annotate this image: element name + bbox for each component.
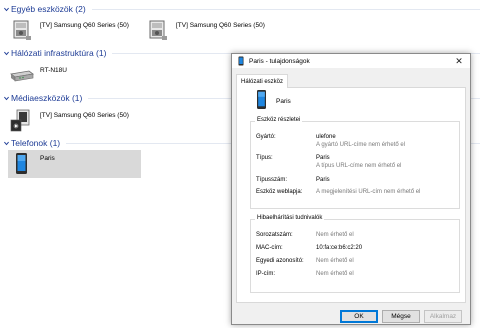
dialog-titlebar[interactable]: Paris - tulajdonságok ✕ (232, 54, 470, 68)
phone-icon (256, 89, 268, 111)
chevron-down-icon[interactable] (1, 93, 11, 103)
device-tv-1[interactable]: [TV] Samsung Q60 Series (50) (8, 16, 138, 46)
device-phone-selected[interactable]: Paris (8, 150, 141, 178)
router-icon (8, 62, 36, 90)
phone-icon (8, 150, 36, 178)
device-media[interactable]: [TV] Samsung Q60 Series (50) (8, 106, 138, 136)
group-divider (91, 8, 480, 10)
device-label: [TV] Samsung Q60 Series (50) (40, 22, 129, 29)
manufacturer-label: Gyártó: (256, 134, 276, 140)
type-url-note: A típus URL-címe nem érhető el (316, 163, 402, 169)
mac-address-value: 10:fa:ce:b6:c2:20 (316, 245, 363, 251)
model-number-value: Paris (316, 177, 330, 183)
ok-button[interactable]: OK (340, 310, 378, 323)
tab-network-device[interactable]: Hálózati eszköz (236, 74, 289, 88)
device-label: RT-N18U (40, 67, 67, 74)
media-device-icon (8, 16, 36, 44)
device-label: Paris (40, 155, 55, 162)
chevron-down-icon[interactable] (1, 48, 11, 58)
ip-address-value: Nem érhető el (316, 271, 354, 277)
media-device-icon (144, 16, 172, 44)
group-title: Médiaeszközök (1) (11, 93, 83, 103)
model-number-label: Típusszám: (256, 177, 288, 183)
chevron-down-icon[interactable] (1, 4, 11, 14)
group-title: Hálózati infrastruktúra (1) (11, 48, 107, 58)
unique-id-value: Nem érhető el (316, 258, 354, 264)
mac-address-label: MAC-cím: (256, 245, 283, 251)
ip-address-label: IP-cím: (256, 271, 275, 277)
manufacturer-value: ulefone (316, 134, 336, 140)
type-label: Típus: (256, 155, 273, 161)
device-label: [TV] Samsung Q60 Series (50) (40, 112, 129, 119)
manufacturer-url-note: A gyártó URL-címe nem érhető el (316, 142, 406, 148)
type-value: Paris (316, 155, 330, 161)
device-name: Paris (276, 98, 291, 105)
device-tv-2[interactable]: [TV] Samsung Q60 Series (50) (144, 16, 274, 46)
device-label: [TV] Samsung Q60 Series (50) (176, 22, 265, 29)
troubleshooting-group: Hibaelhárítási tudnivalók (250, 215, 460, 293)
group-header-other-devices[interactable]: Egyéb eszközök (2) (0, 3, 480, 15)
group-title: Telefonok (1) (11, 138, 61, 148)
group-title: Hibaelhárítási tudnivalók (255, 215, 325, 221)
apply-button[interactable]: Alkalmaz (424, 310, 462, 323)
unique-id-label: Egyedi azonosító: (256, 258, 304, 264)
dialog-title: Paris - tulajdonságok (249, 57, 310, 65)
phone-icon (236, 56, 246, 66)
properties-dialog: Paris - tulajdonságok ✕ Hálózati eszköz … (231, 53, 471, 325)
chevron-down-icon[interactable] (1, 138, 11, 148)
web-page-label: Eszköz weblapja: (256, 189, 303, 195)
device-router[interactable]: RT-N18U (8, 62, 138, 92)
serial-number-value: Nem érhető el (316, 232, 354, 238)
serial-number-label: Sorozatszám: (256, 232, 293, 238)
cancel-button[interactable]: Mégse (382, 310, 420, 323)
group-title: Eszköz részletei (255, 117, 303, 123)
web-page-value: A megjelenítési URL-cím nem érhető el (316, 189, 421, 195)
media-player-icon (8, 106, 36, 134)
close-button[interactable]: ✕ (448, 54, 470, 68)
group-title: Egyéb eszközök (2) (11, 4, 86, 14)
